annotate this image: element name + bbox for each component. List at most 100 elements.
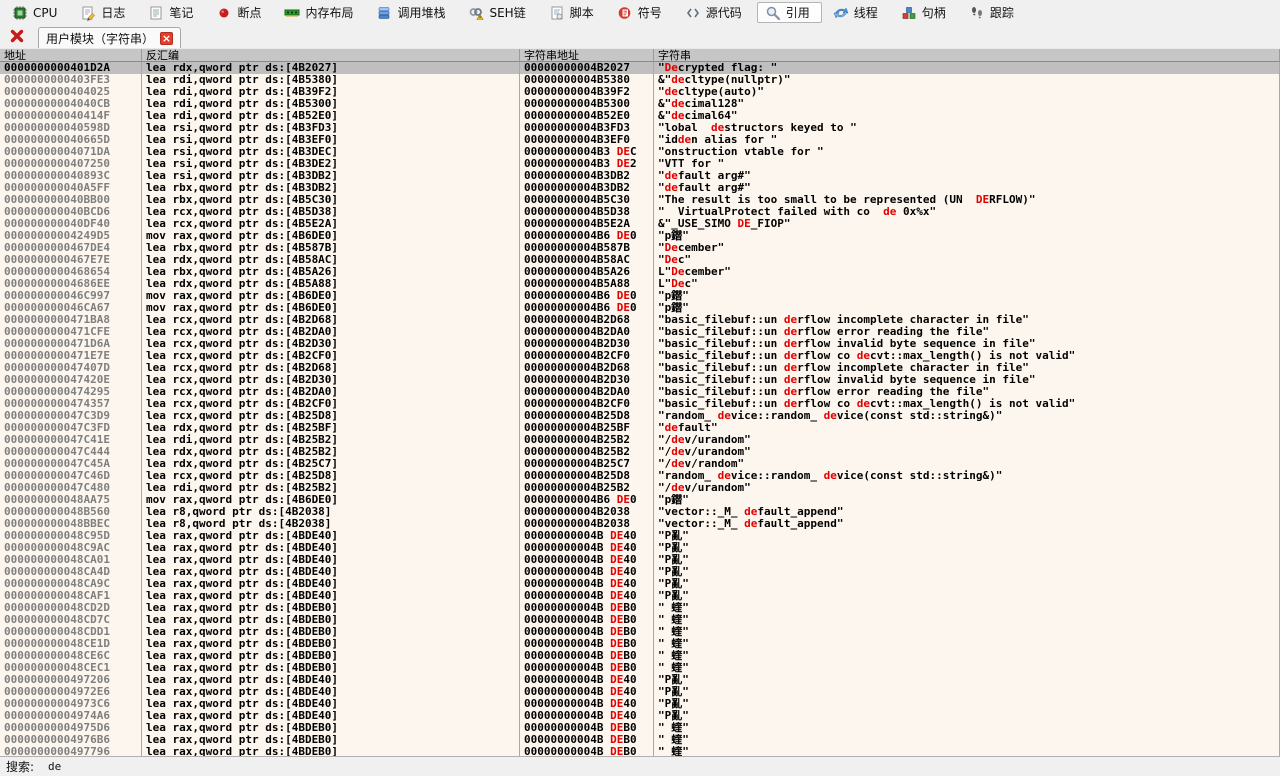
toolbar-button-trace[interactable]: 跟踪: [961, 2, 1026, 23]
table-row[interactable]: 000000000040598Dlea rsi,qword ptr ds:[4B…: [0, 122, 1280, 134]
string-address-cell: 00000000004B2DA0: [520, 386, 654, 398]
disassembly-cell: lea rdx,qword ptr ds:[4B25B2]: [142, 446, 520, 458]
string-address-cell: 00000000004B2038: [520, 518, 654, 530]
column-header-string[interactable]: 字符串: [654, 49, 1280, 61]
toolbar-button-seh-chain[interactable]: SEH链: [460, 2, 537, 23]
column-header-address[interactable]: 地址: [0, 49, 142, 61]
handles-icon: [901, 5, 917, 21]
toolbar-button-symbols[interactable]: 符号: [609, 2, 674, 23]
table-row[interactable]: 0000000000471D6Alea rcx,qword ptr ds:[4B…: [0, 338, 1280, 350]
address-cell: 000000000040598D: [0, 122, 142, 134]
toolbar-button-references[interactable]: 引用: [757, 2, 822, 23]
string-address-cell: 00000000004B DEB0: [520, 602, 654, 614]
table-row[interactable]: 000000000040A5FFlea rbx,qword ptr ds:[4B…: [0, 182, 1280, 194]
table-row[interactable]: 000000000048C95Dlea rax,qword ptr ds:[4B…: [0, 530, 1280, 542]
table-row[interactable]: 0000000000471CFElea rcx,qword ptr ds:[4B…: [0, 326, 1280, 338]
table-row[interactable]: 000000000048CDD1lea rax,qword ptr ds:[4B…: [0, 626, 1280, 638]
table-row[interactable]: 000000000046C997mov rax,qword ptr ds:[4B…: [0, 290, 1280, 302]
toolbar-button-script[interactable]: 脚本: [541, 2, 606, 23]
toolbar-button-memory-map[interactable]: 内存布局: [276, 2, 365, 23]
toolbar-button-notes[interactable]: 笔记: [140, 2, 205, 23]
string-cell: "lobal destructors keyed to ": [654, 122, 1280, 134]
table-row[interactable]: 00000000004976B6lea rax,qword ptr ds:[4B…: [0, 734, 1280, 746]
table-row[interactable]: 0000000000401D2Alea rdx,qword ptr ds:[4B…: [0, 62, 1280, 74]
table-row[interactable]: 000000000048CA01lea rax,qword ptr ds:[4B…: [0, 554, 1280, 566]
table-row[interactable]: 000000000047C3D9lea rcx,qword ptr ds:[4B…: [0, 410, 1280, 422]
table-row[interactable]: 000000000048C9AClea rax,qword ptr ds:[4B…: [0, 542, 1280, 554]
table-row[interactable]: 0000000000468654lea rbx,qword ptr ds:[4B…: [0, 266, 1280, 278]
table-row[interactable]: 000000000040893Clea rsi,qword ptr ds:[4B…: [0, 170, 1280, 182]
table-row[interactable]: 000000000048CAF1lea rax,qword ptr ds:[4B…: [0, 590, 1280, 602]
table-row[interactable]: 000000000048CA9Clea rax,qword ptr ds:[4B…: [0, 578, 1280, 590]
table-row[interactable]: 000000000048CD7Clea rax,qword ptr ds:[4B…: [0, 614, 1280, 626]
stop-button[interactable]: [5, 26, 29, 46]
table-row[interactable]: 000000000048AA75mov rax,qword ptr ds:[4B…: [0, 494, 1280, 506]
table-row[interactable]: 000000000048CEC1lea rax,qword ptr ds:[4B…: [0, 662, 1280, 674]
string-cell: "default": [654, 422, 1280, 434]
table-row[interactable]: 000000000047407Dlea rcx,qword ptr ds:[4B…: [0, 362, 1280, 374]
address-cell: 0000000000471CFE: [0, 326, 142, 338]
table-row[interactable]: 000000000048CE6Clea rax,qword ptr ds:[4B…: [0, 650, 1280, 662]
column-header-disassembly[interactable]: 反汇编: [142, 49, 520, 61]
table-row[interactable]: 0000000000471E7Elea rcx,qword ptr ds:[4B…: [0, 350, 1280, 362]
table-row[interactable]: 000000000047C480lea rdi,qword ptr ds:[4B…: [0, 482, 1280, 494]
table-row[interactable]: 00000000004686EElea rdx,qword ptr ds:[4B…: [0, 278, 1280, 290]
table-row[interactable]: 0000000000467DE4lea rbx,qword ptr ds:[4B…: [0, 242, 1280, 254]
table-row[interactable]: 0000000000471BA8lea rcx,qword ptr ds:[4B…: [0, 314, 1280, 326]
toolbar-button-call-stack[interactable]: 调用堆栈: [368, 2, 457, 23]
tab-user-modules-strings[interactable]: 用户模块（字符串） ×: [38, 27, 181, 48]
disassembly-cell: lea rcx,qword ptr ds:[4B2D68]: [142, 314, 520, 326]
table-row[interactable]: 000000000040665Dlea rsi,qword ptr ds:[4B…: [0, 134, 1280, 146]
table-row[interactable]: 000000000047C46Dlea rcx,qword ptr ds:[4B…: [0, 470, 1280, 482]
table-row[interactable]: 00000000004973C6lea rax,qword ptr ds:[4B…: [0, 698, 1280, 710]
table-row[interactable]: 000000000047C45Alea rdx,qword ptr ds:[4B…: [0, 458, 1280, 470]
string-cell: "random_ device::random_ device(const st…: [654, 410, 1280, 422]
table-row[interactable]: 000000000040BB00lea rbx,qword ptr ds:[4B…: [0, 194, 1280, 206]
string-cell: "basic_filebuf::un derflow invalid byte …: [654, 338, 1280, 350]
table-header: 地址反汇编字符串地址字符串: [0, 48, 1280, 62]
table-row[interactable]: 00000000004249D5mov rax,qword ptr ds:[4B…: [0, 230, 1280, 242]
search-match-highlight: de: [711, 122, 724, 134]
table-row[interactable]: 0000000000403FE3lea rdi,qword ptr ds:[4B…: [0, 74, 1280, 86]
table-row[interactable]: 0000000000497796lea rax,qword ptr ds:[4B…: [0, 746, 1280, 756]
table-row[interactable]: 0000000000467E7Elea rdx,qword ptr ds:[4B…: [0, 254, 1280, 266]
table-row[interactable]: 000000000046CA67mov rax,qword ptr ds:[4B…: [0, 302, 1280, 314]
search-input[interactable]: [48, 760, 368, 773]
table-row[interactable]: 00000000004040CBlea rdi,qword ptr ds:[4B…: [0, 98, 1280, 110]
table-row[interactable]: 000000000047C41Elea rdi,qword ptr ds:[4B…: [0, 434, 1280, 446]
table-row[interactable]: 000000000048BBEClea r8,qword ptr ds:[4B2…: [0, 518, 1280, 530]
toolbar-button-label: 引用: [786, 4, 810, 21]
table-row[interactable]: 000000000040BCD6lea rcx,qword ptr ds:[4B…: [0, 206, 1280, 218]
table-row[interactable]: 000000000048CD2Dlea rax,qword ptr ds:[4B…: [0, 602, 1280, 614]
table-row[interactable]: 000000000047C444lea rdx,qword ptr ds:[4B…: [0, 446, 1280, 458]
toolbar-button-source[interactable]: 源代码: [677, 2, 754, 23]
table-row[interactable]: 00000000004071DAlea rsi,qword ptr ds:[4B…: [0, 146, 1280, 158]
string-cell: "/dev/urandom": [654, 446, 1280, 458]
table-row[interactable]: 00000000004972E6lea rax,qword ptr ds:[4B…: [0, 686, 1280, 698]
search-match-highlight: DE: [610, 674, 623, 686]
table-row[interactable]: 00000000004974A6lea rax,qword ptr ds:[4B…: [0, 710, 1280, 722]
table-row[interactable]: 000000000048CE1Dlea rax,qword ptr ds:[4B…: [0, 638, 1280, 650]
toolbar-button-cpu[interactable]: CPU: [4, 2, 69, 23]
toolbar-button-threads[interactable]: 线程: [825, 2, 890, 23]
table-row[interactable]: 000000000048B560lea r8,qword ptr ds:[4B2…: [0, 506, 1280, 518]
toolbar-button-log[interactable]: 日志: [72, 2, 137, 23]
table-row[interactable]: 0000000000404025lea rdi,qword ptr ds:[4B…: [0, 86, 1280, 98]
table-row[interactable]: 000000000040414Flea rdi,qword ptr ds:[4B…: [0, 110, 1280, 122]
tab-close-button[interactable]: ×: [160, 32, 173, 45]
toolbar-button-handles[interactable]: 句柄: [893, 2, 958, 23]
table-row[interactable]: 0000000000407250lea rsi,qword ptr ds:[4B…: [0, 158, 1280, 170]
table-row[interactable]: 000000000048CA4Dlea rax,qword ptr ds:[4B…: [0, 566, 1280, 578]
table-row[interactable]: 0000000000474357lea rcx,qword ptr ds:[4B…: [0, 398, 1280, 410]
table-row[interactable]: 000000000047420Elea rcx,qword ptr ds:[4B…: [0, 374, 1280, 386]
table-row[interactable]: 000000000047C3FDlea rdx,qword ptr ds:[4B…: [0, 422, 1280, 434]
disassembly-cell: lea rax,qword ptr ds:[4BDE40]: [142, 578, 520, 590]
table-row[interactable]: 00000000004975D6lea rax,qword ptr ds:[4B…: [0, 722, 1280, 734]
string-address-cell: 00000000004B25B2: [520, 482, 654, 494]
column-header-string-address[interactable]: 字符串地址: [520, 49, 654, 61]
toolbar-button-breakpoints[interactable]: 断点: [208, 2, 273, 23]
string-address-cell: 00000000004B DE40: [520, 710, 654, 722]
table-row[interactable]: 000000000040DF40lea rcx,qword ptr ds:[4B…: [0, 218, 1280, 230]
table-row[interactable]: 0000000000497206lea rax,qword ptr ds:[4B…: [0, 674, 1280, 686]
table-row[interactable]: 0000000000474295lea rcx,qword ptr ds:[4B…: [0, 386, 1280, 398]
